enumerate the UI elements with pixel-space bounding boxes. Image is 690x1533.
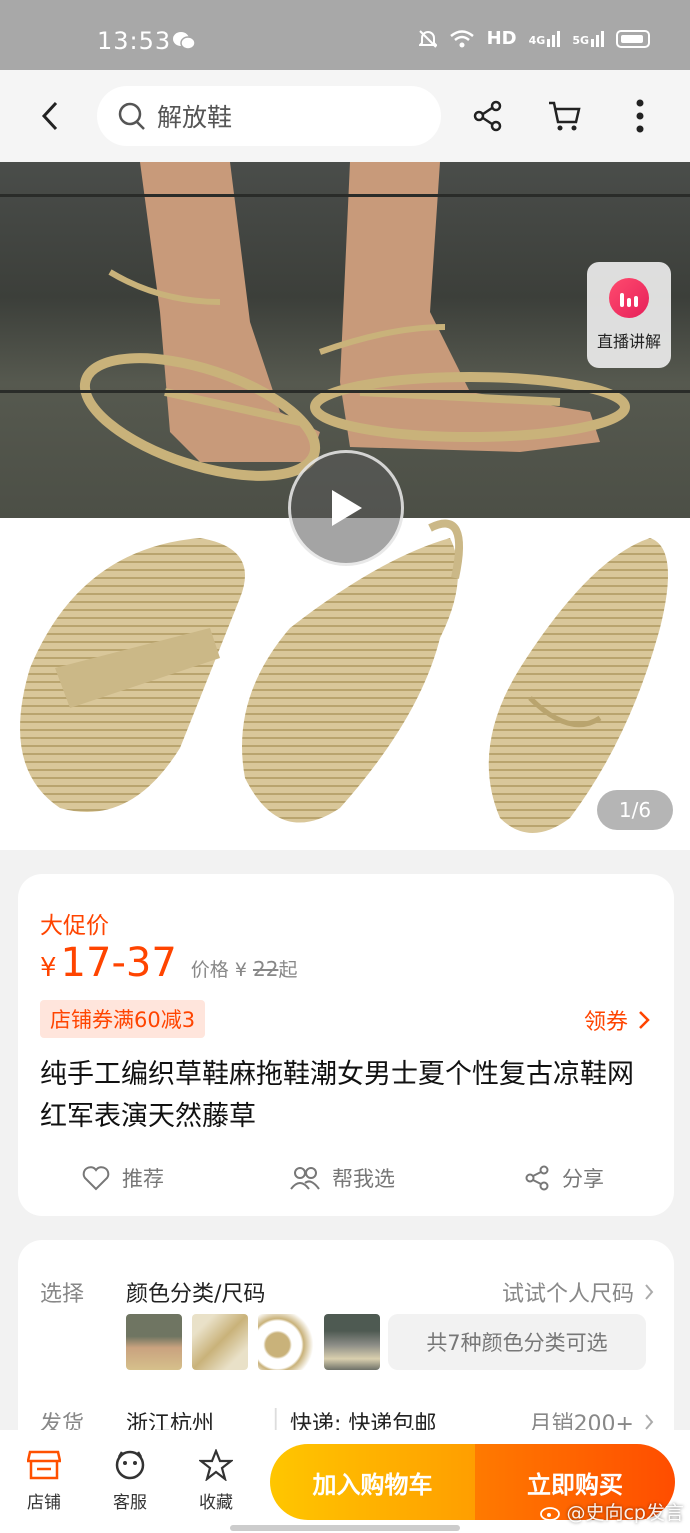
get-coupon-button[interactable]: 领券 — [584, 1004, 650, 1036]
search-query: 解放鞋 — [157, 103, 233, 132]
product-photo-sandals — [0, 518, 690, 850]
product-title: 纯手工编织草鞋麻拖鞋潮女男士夏个性复古凉鞋网红军表演天然藤草 — [40, 1059, 634, 1132]
add-to-cart-button[interactable]: 加入购物车 — [270, 1444, 475, 1520]
search-icon — [118, 102, 145, 130]
price-row: ¥ 17-37 价格 ¥ 22起 — [40, 940, 297, 986]
signal-4g-label: 4G — [528, 33, 546, 47]
signal-5g-icon: 5G — [572, 30, 604, 47]
original-price-currency: ¥ — [234, 959, 247, 981]
divider: | — [272, 1406, 280, 1431]
recommend-label: 推荐 — [122, 1167, 164, 1191]
price-currency: ¥ — [40, 953, 57, 983]
share-label: 分享 — [562, 1167, 604, 1191]
back-button[interactable] — [30, 94, 70, 138]
color-thumbnail[interactable] — [126, 1314, 182, 1370]
product-info-card: 大促价 ¥ 17-37 价格 ¥ 22起 店铺券满60减3 领券 纯手工编织草鞋… — [18, 874, 674, 1216]
select-options[interactable]: 颜色分类/尺码 — [126, 1276, 265, 1308]
help-choose-label: 帮我选 — [332, 1167, 395, 1191]
favorite-label: 收藏 — [199, 1493, 233, 1513]
try-size-label: 试试个人尺码 — [501, 1282, 634, 1307]
gallery-page-indicator: 1/6 — [597, 790, 673, 830]
share-icon — [525, 1165, 549, 1191]
cart-button[interactable] — [542, 94, 586, 138]
chevron-right-icon — [645, 1284, 654, 1300]
more-button[interactable] — [618, 94, 662, 138]
star-icon — [198, 1448, 234, 1482]
live-explain-label: 直播讲解 — [596, 332, 661, 351]
wechat-icon — [173, 32, 196, 50]
original-price-suffix: 起 — [278, 959, 298, 981]
wifi-icon — [449, 29, 474, 47]
weibo-watermark: @史向cp发言 — [540, 1498, 684, 1525]
status-bar: 13:53 HD 4G 5G — [0, 0, 690, 70]
color-thumbnails — [126, 1314, 380, 1370]
top-nav: 解放鞋 — [0, 70, 690, 162]
people-icon — [290, 1167, 320, 1190]
product-gallery[interactable]: 直播讲解 1/6 — [0, 162, 690, 850]
promo-price-label: 大促价 — [40, 913, 109, 939]
service-label: 客服 — [113, 1493, 147, 1513]
service-icon — [112, 1448, 148, 1482]
cart-icon — [549, 101, 581, 131]
original-price: 价格 ¥ 22起 — [191, 955, 298, 982]
tab-store[interactable]: 店铺 — [4, 1448, 84, 1513]
try-size-button[interactable]: 试试个人尺码 — [502, 1276, 654, 1308]
get-coupon-label: 领券 — [583, 1010, 628, 1035]
store-coupon-tag: 店铺券满60减3 — [40, 1000, 206, 1038]
color-thumbnail[interactable] — [324, 1314, 380, 1370]
chevron-left-icon — [41, 101, 58, 131]
live-icon — [609, 278, 649, 318]
color-thumbnail[interactable] — [258, 1314, 314, 1370]
signal-4g-icon: 4G — [528, 30, 561, 47]
original-price-value: 22 — [252, 957, 279, 981]
signal-5g-label: 5G — [572, 33, 589, 47]
color-thumbnail[interactable] — [192, 1314, 248, 1370]
product-actions: 推荐 帮我选 分享 — [18, 1158, 674, 1198]
store-icon — [26, 1448, 62, 1482]
share-product-button[interactable]: 分享 — [524, 1163, 604, 1193]
search-input[interactable]: 解放鞋 — [97, 86, 441, 146]
store-label: 店铺 — [27, 1493, 61, 1513]
price-value: 17-37 — [60, 940, 177, 986]
play-video-button[interactable] — [288, 450, 404, 566]
heart-icon — [82, 1166, 110, 1191]
status-indicators: HD 4G 5G — [418, 28, 650, 49]
tab-favorite[interactable]: 收藏 — [176, 1448, 256, 1513]
help-choose-button[interactable]: 帮我选 — [290, 1163, 395, 1193]
color-count-button[interactable]: 共7种颜色分类可选 — [388, 1314, 646, 1370]
chevron-right-icon — [639, 1011, 650, 1029]
original-price-label: 价格 — [190, 959, 229, 981]
home-indicator[interactable] — [230, 1525, 460, 1531]
mute-bell-icon — [418, 29, 437, 48]
watermark-text: @史向cp发言 — [566, 1502, 684, 1524]
play-icon — [332, 490, 362, 526]
battery-icon — [616, 29, 650, 48]
tab-service[interactable]: 客服 — [90, 1448, 170, 1513]
share-button[interactable] — [466, 94, 510, 138]
weibo-icon — [540, 1506, 561, 1521]
status-time: 13:53 — [97, 27, 172, 55]
recommend-button[interactable]: 推荐 — [82, 1163, 164, 1193]
chevron-right-icon — [645, 1414, 654, 1430]
live-explain-button[interactable]: 直播讲解 — [587, 262, 671, 368]
more-vertical-icon — [636, 99, 644, 133]
select-label: 选择 — [40, 1282, 85, 1307]
share-icon — [473, 100, 502, 132]
hd-label: HD — [486, 28, 517, 49]
three-straw-sandals-image — [20, 519, 668, 833]
